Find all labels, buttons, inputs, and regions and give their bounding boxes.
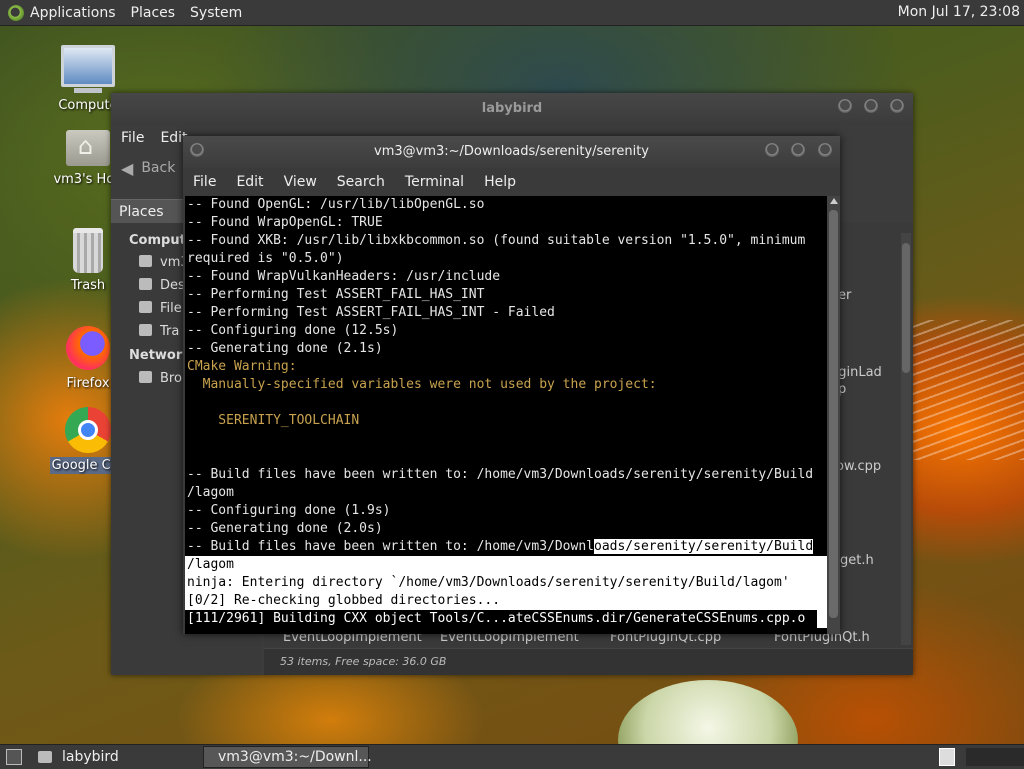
top-panel: Applications Places System Mon Jul 17, 2… <box>0 0 1024 26</box>
terminal-line: -- Performing Test ASSERT_FAIL_HAS_INT <box>187 287 485 302</box>
back-button[interactable]: Back <box>141 160 175 176</box>
trash-icon <box>139 324 152 336</box>
terminal-line: -- Found XKB: /usr/lib/libxkbcommon.so (… <box>187 233 806 248</box>
file-item-label[interactable]: get.h <box>840 553 874 568</box>
sidebar-item-filesystem[interactable]: File <box>139 301 182 316</box>
applications-menu[interactable]: Applications <box>30 5 116 21</box>
folder-icon <box>38 751 52 763</box>
ninja-status-background: [111/2961] Building CXX object Tools/C..… <box>185 610 817 628</box>
terminal-line: -- Configuring done (12.5s) <box>187 323 399 338</box>
show-desktop-button[interactable] <box>6 749 22 765</box>
scrollbar-thumb[interactable] <box>829 210 838 618</box>
firefox-icon <box>66 326 110 370</box>
computer-icon <box>61 45 115 93</box>
wallpaper-light-rays <box>905 320 1024 460</box>
taskbar-item-label: labybird <box>62 749 119 765</box>
back-arrow-icon[interactable]: ◀ <box>121 159 133 178</box>
terminal-line: -- Configuring done (1.9s) <box>187 503 391 518</box>
menu-file[interactable]: File <box>121 130 144 146</box>
taskbar-item-terminal[interactable]: vm3@vm3:~/Downl... <box>203 746 372 768</box>
clock[interactable]: Mon Jul 17, 23:08 <box>898 4 1020 20</box>
terminal-menubar: File Edit View Search Terminal Help <box>183 168 840 196</box>
sidebar-item-label: File <box>160 301 182 316</box>
terminal-scrollbar[interactable] <box>827 196 840 634</box>
terminal-line: -- Generating done (2.0s) <box>187 521 383 536</box>
terminal-line-selected: ninja: Entering directory `/home/vm3/Dow… <box>185 574 827 592</box>
distro-logo-icon[interactable] <box>8 4 24 21</box>
minimize-button[interactable] <box>838 99 852 113</box>
sidebar-section-network: Network <box>129 348 191 363</box>
menu-file[interactable]: File <box>193 174 216 190</box>
selected-text: oads/serenity/serenity/Build <box>594 539 814 554</box>
workspace-switcher-1[interactable] <box>939 748 955 766</box>
sidebar-item-browse-network[interactable]: Bro <box>139 371 182 386</box>
terminal-line-selection-start: -- Build files have been written to: /ho… <box>185 538 827 556</box>
file-view-scrollbar[interactable] <box>901 233 911 645</box>
places-menu[interactable]: Places <box>131 5 176 21</box>
menu-terminal[interactable]: Terminal <box>405 174 464 190</box>
menu-help[interactable]: Help <box>484 174 516 190</box>
places-label: Places <box>119 204 164 220</box>
sidebar-item-home[interactable]: vm3 <box>139 255 189 270</box>
menu-search[interactable]: Search <box>337 174 385 190</box>
taskbar-item-label: vm3@vm3:~/Downl... <box>218 749 372 765</box>
close-button[interactable] <box>890 99 904 113</box>
file-item-label[interactable]: er <box>838 288 851 303</box>
terminal-output[interactable]: -- Found OpenGL: /usr/lib/libOpenGL.so --… <box>185 196 827 634</box>
window-title: vm3@vm3:~/Downloads/serenity/serenity <box>374 144 649 159</box>
ninja-progress-text: [111/2961] Building CXX object Tools/C..… <box>187 611 806 626</box>
terminal-line: Manually-specified variables were not us… <box>187 377 657 392</box>
system-menu[interactable]: System <box>190 5 242 21</box>
close-button[interactable] <box>818 143 832 157</box>
network-icon <box>139 371 152 383</box>
menu-view[interactable]: View <box>284 174 317 190</box>
window-title: labybird <box>481 101 543 116</box>
file-manager-titlebar[interactable]: labybird <box>111 93 913 125</box>
terminal-window[interactable]: vm3@vm3:~/Downloads/serenity/serenity Fi… <box>183 136 840 634</box>
terminal-line-selected: [0/2] Re-checking globbed directories... <box>185 592 827 610</box>
desktop-folder-icon <box>139 278 152 290</box>
trash-icon <box>73 228 103 273</box>
bottom-panel: labybird vm3@vm3:~/Downl... <box>0 744 1024 769</box>
terminal-line-selected: /lagom <box>185 556 827 574</box>
file-manager-statusbar: 53 items, Free space: 36.0 GB <box>264 648 913 675</box>
sidebar-item-label: Des <box>160 278 185 293</box>
terminal-line: -- Found WrapOpenGL: TRUE <box>187 215 383 230</box>
drive-icon <box>139 301 152 313</box>
terminal-line: -- Generating done (2.1s) <box>187 341 383 356</box>
scrollbar-thumb[interactable] <box>902 243 910 373</box>
sidebar-item-desktop[interactable]: Des <box>139 278 185 293</box>
chrome-icon <box>65 407 111 453</box>
sidebar-item-label: Tra <box>160 324 180 339</box>
scroll-up-arrow-icon[interactable] <box>830 198 838 204</box>
sidebar-item-trash[interactable]: Tra <box>139 324 179 339</box>
ninja-status-line: [111/2961] Building CXX object Tools/C..… <box>185 610 827 628</box>
minimize-button[interactable] <box>765 143 779 157</box>
free-space-status: 53 items, Free space: 36.0 GB <box>280 655 447 668</box>
menu-edit[interactable]: Edit <box>236 174 263 190</box>
terminal-line: -- Found WrapVulkanHeaders: /usr/include <box>187 269 501 284</box>
home-folder-icon <box>66 130 110 166</box>
terminal-line: CMake Warning: <box>187 359 297 374</box>
home-folder-icon <box>139 255 152 267</box>
terminal-line: SERENITY_TOOLCHAIN <box>187 413 360 428</box>
terminal-lines: -- Found OpenGL: /usr/lib/libOpenGL.so --… <box>185 196 827 538</box>
sidebar-item-label: Bro <box>160 371 182 386</box>
terminal-text: -- Build files have been written to: /ho… <box>187 539 594 554</box>
taskbar-item-labybird[interactable]: labybird <box>38 746 198 768</box>
terminal-line: -- Build files have been written to: /ho… <box>187 467 814 482</box>
terminal-titlebar[interactable]: vm3@vm3:~/Downloads/serenity/serenity <box>183 136 840 168</box>
file-item-label[interactable]: ow.cpp <box>836 459 881 474</box>
terminal-line: -- Found OpenGL: /usr/lib/libOpenGL.so <box>187 197 485 212</box>
maximize-button[interactable] <box>791 143 805 157</box>
terminal-line: -- Performing Test ASSERT_FAIL_HAS_INT -… <box>187 305 555 320</box>
terminal-line: /lagom <box>187 485 234 500</box>
maximize-button[interactable] <box>864 99 878 113</box>
workspace-switcher-2[interactable] <box>966 748 1024 766</box>
terminal-line: required is "0.5.0") <box>187 251 344 266</box>
